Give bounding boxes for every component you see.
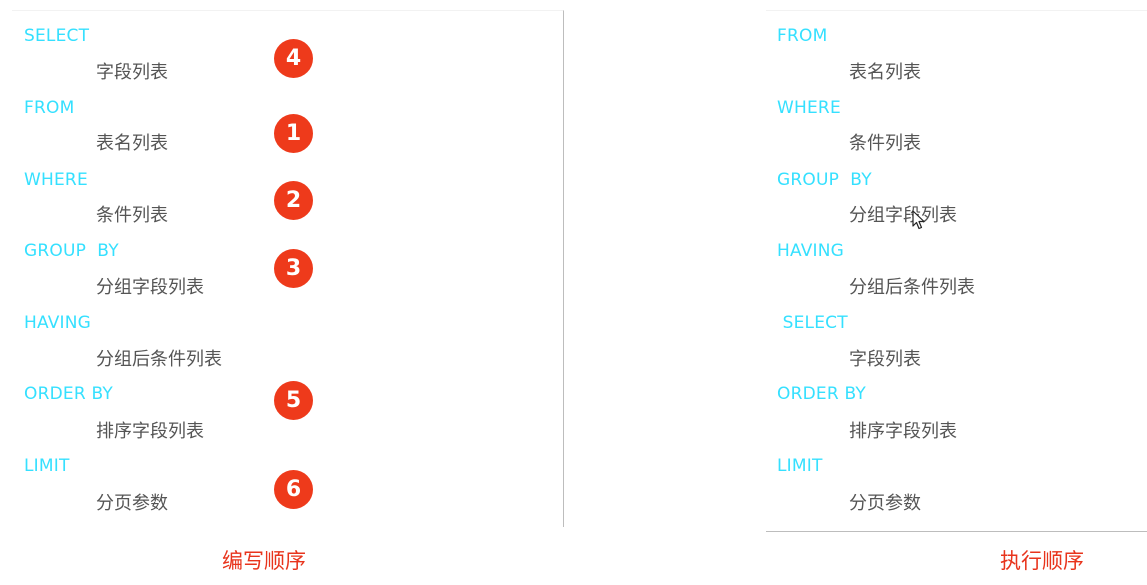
item-label: 分组后条件列表 xyxy=(96,349,222,370)
item-label: 条件列表 xyxy=(96,205,168,226)
pagination-params-item: 分页参数 xyxy=(849,485,921,519)
sort-field-list-item: 排序字段列表 xyxy=(96,413,204,447)
keyword-where: WHERE xyxy=(24,163,88,197)
having-condition-list-item: 分组后条件列表 xyxy=(849,269,975,303)
keyword-label: ORDER BY xyxy=(777,384,866,404)
keyword-limit: LIMIT xyxy=(24,449,70,483)
pagination-params-item: 分页参数 xyxy=(96,485,168,519)
table-list-item: 表名列表 xyxy=(96,125,168,159)
keyword-from: FROM xyxy=(24,91,74,125)
writing-order-panel: SELECT 字段列表 4 FROM 表名列表 1 WHERE 条件列表 2 G… xyxy=(12,10,564,527)
keyword-select: SELECT xyxy=(777,306,848,340)
item-label: 排序字段列表 xyxy=(849,421,957,442)
keyword-label: HAVING xyxy=(24,313,92,333)
group-field-list-item: 分组字段列表 xyxy=(849,197,957,231)
item-label: 表名列表 xyxy=(96,133,168,154)
step-badge-2: 2 xyxy=(274,181,313,220)
condition-list-item: 条件列表 xyxy=(96,197,168,231)
field-list-item: 字段列表 xyxy=(96,54,168,88)
keyword-having: HAVING xyxy=(24,306,91,340)
keyword-label: WHERE xyxy=(24,170,88,190)
mouse-pointer-icon xyxy=(912,210,925,230)
keyword-label: SELECT xyxy=(777,313,848,333)
execution-order-panel: FROM 表名列表 WHERE 条件列表 GROUP BY 分组字段列表 HAV… xyxy=(766,10,1147,532)
having-condition-list-item: 分组后条件列表 xyxy=(96,341,222,375)
keyword-limit: LIMIT xyxy=(777,449,823,483)
keyword-order-by: ORDER BY xyxy=(24,377,113,411)
step-badge-6: 6 xyxy=(274,470,313,509)
execution-order-caption: 执行顺序 xyxy=(1000,549,1084,573)
keyword-label: FROM xyxy=(24,98,75,118)
keyword-label: WHERE xyxy=(777,98,841,118)
item-label: 字段列表 xyxy=(96,62,168,83)
keyword-label: SELECT xyxy=(24,26,90,46)
field-list-item: 字段列表 xyxy=(849,341,921,375)
keyword-label: LIMIT xyxy=(777,456,823,476)
keyword-order-by: ORDER BY xyxy=(777,377,866,411)
item-label: 分组后条件列表 xyxy=(849,277,975,298)
step-badge-4: 4 xyxy=(274,39,313,78)
item-label: 分组字段列表 xyxy=(849,205,957,226)
item-label: 条件列表 xyxy=(849,133,921,154)
group-field-list-item: 分组字段列表 xyxy=(96,269,204,303)
keyword-label: GROUP BY xyxy=(24,241,119,261)
keyword-label: LIMIT xyxy=(24,456,70,476)
sort-field-list-item: 排序字段列表 xyxy=(849,413,957,447)
step-badge-5: 5 xyxy=(274,381,313,420)
writing-order-caption: 编写顺序 xyxy=(222,549,306,573)
keyword-label: FROM xyxy=(777,26,828,46)
keyword-label: GROUP BY xyxy=(777,170,872,190)
table-list-item: 表名列表 xyxy=(849,54,921,88)
step-badge-3: 3 xyxy=(274,249,313,288)
item-label: 分页参数 xyxy=(96,493,168,514)
item-label: 字段列表 xyxy=(849,349,921,370)
keyword-from: FROM xyxy=(777,19,827,53)
condition-list-item: 条件列表 xyxy=(849,125,921,159)
keyword-group-by: GROUP BY xyxy=(777,163,872,197)
item-label: 排序字段列表 xyxy=(96,421,204,442)
item-label: 分组字段列表 xyxy=(96,277,204,298)
keyword-group-by: GROUP BY xyxy=(24,234,119,268)
keyword-select: SELECT xyxy=(24,19,89,53)
step-badge-1: 1 xyxy=(274,114,313,153)
keyword-label: ORDER BY xyxy=(24,384,113,404)
item-label: 表名列表 xyxy=(849,62,921,83)
keyword-having: HAVING xyxy=(777,234,844,268)
keyword-where: WHERE xyxy=(777,91,841,125)
keyword-label: HAVING xyxy=(777,241,845,261)
item-label: 分页参数 xyxy=(849,493,921,514)
